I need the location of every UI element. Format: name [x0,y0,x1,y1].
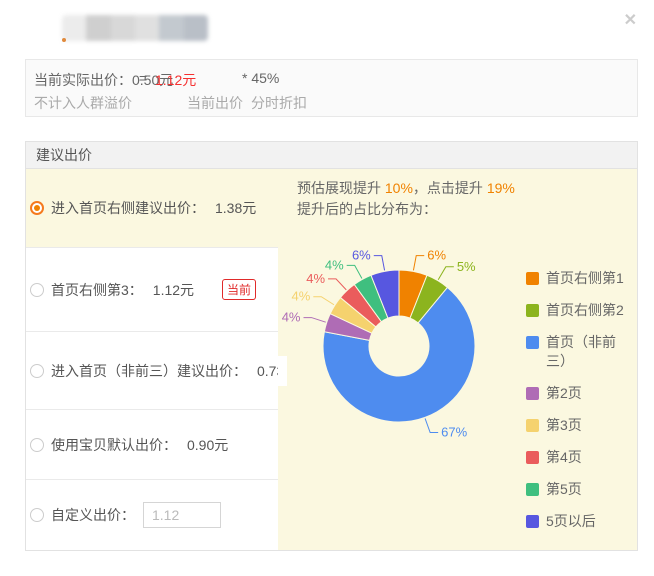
legend-label: 第2页 [546,384,582,403]
legend-item-7[interactable]: 5页以后 [526,512,630,531]
current-bid-multiplier: * 45% [242,70,279,86]
legend-item-6[interactable]: 第5页 [526,480,630,499]
radio-homepage-not-top3[interactable] [30,364,44,378]
legend-item-0[interactable]: 首页右侧第1 [526,269,630,288]
current-bid-notes: 不计入人群溢价 当前出价 分时折扣 [26,93,637,113]
legend-swatch [526,272,539,285]
radio-homepage-right-3rd[interactable] [30,283,44,297]
legend-label: 第4页 [546,448,582,467]
equals-sign: = [139,70,147,86]
radio-homepage-right-suggested[interactable] [30,201,44,215]
legend-item-2[interactable]: 首页（非前三） [526,333,630,371]
suggested-bid-section: 建议出价 进入首页右侧建议出价： 1.38元 首页右侧第3： 1.12元 当前 … [25,141,638,551]
legend-item-3[interactable]: 第2页 [526,384,630,403]
legend-label: 首页右侧第2 [546,301,624,320]
legend-swatch [526,304,539,317]
legend-item-5[interactable]: 第4页 [526,448,630,467]
note-current-bid: 当前出价 [187,93,243,113]
pie-label: 67% [441,425,467,440]
option-label: 进入首页（非前三）建议出价： [51,361,247,381]
option-label: 进入首页右侧建议出价： [51,198,205,218]
option-price: 0.90元 [187,435,228,455]
note-time-discount: 分时折扣 [251,93,307,113]
current-bid-label: 当前实际出价：0.50元 [34,70,173,90]
legend-label: 首页（非前三） [546,333,630,371]
option-homepage-not-top3[interactable]: 进入首页（非前三）建议出价： 0.73元 [26,331,278,409]
pie-label-line [413,256,424,271]
option-item-default-bid[interactable]: 使用宝贝默认出价： 0.90元 [26,409,278,479]
pie-label-line [347,265,362,278]
legend-swatch [526,419,539,432]
option-custom-bid[interactable]: 自定义出价： [26,479,278,550]
option-price: 1.38元 [215,198,256,218]
legend-swatch [526,515,539,528]
suggested-bid-header: 建议出价 [26,142,637,169]
chart-legend: 首页右侧第1 首页右侧第2 首页（非前三） 第2页第3页第4页第5页 5页以后 [526,269,630,531]
pie-label: 5% [457,259,476,274]
option-price: 1.12元 [153,280,194,300]
pie-label-line [438,267,454,280]
option-label: 首页右侧第3： [51,280,143,300]
pie-label-line [304,318,326,323]
option-label: 自定义出价： [51,505,135,525]
pie-label: 4% [292,289,311,304]
pie-label: 4% [325,257,344,272]
pie-label-line [328,279,346,290]
legend-item-1[interactable]: 首页右侧第2 [526,301,630,320]
pie-label-line [374,256,385,271]
legend-swatch [526,387,539,400]
current-bid-value: 1.12元 [155,70,196,90]
note-no-audience-premium: 不计入人群溢价 [34,93,132,113]
option-homepage-right-3rd[interactable]: 首页右侧第3： 1.12元 当前 [26,247,278,331]
legend-label: 首页右侧第1 [546,269,624,288]
radio-item-default-bid[interactable] [30,438,44,452]
current-bid-formula: 当前实际出价：0.50元 = 1.12元 * 45% [26,70,637,90]
option-label: 使用宝贝默认出价： [51,435,177,455]
pie-label: 4% [306,271,325,286]
option-homepage-right-suggested[interactable]: 进入首页右侧建议出价： 1.38元 [26,169,278,247]
legend-label: 5页以后 [546,512,596,531]
suggested-bid-body: 进入首页右侧建议出价： 1.38元 首页右侧第3： 1.12元 当前 进入首页（… [26,169,637,550]
pie-label-line [313,297,334,305]
legend-swatch [526,451,539,464]
legend-label: 第3页 [546,416,582,435]
current-bid-box: 当前实际出价：0.50元 = 1.12元 * 45% 不计入人群溢价 当前出价 … [25,59,638,117]
pie-label: 6% [427,248,446,263]
bid-options-list: 进入首页右侧建议出价： 1.38元 首页右侧第3： 1.12元 当前 进入首页（… [26,169,278,550]
close-icon[interactable]: ✕ [624,13,637,29]
redacted-dialog-title [62,15,208,41]
pie-label-line [425,418,438,432]
legend-label: 第5页 [546,480,582,499]
legend-swatch [526,483,539,496]
legend-swatch [526,336,539,349]
current-badge: 当前 [222,279,256,300]
custom-bid-input[interactable] [143,502,221,528]
redacted-title-dot [62,38,66,42]
radio-custom-bid[interactable] [30,508,44,522]
legend-item-4[interactable]: 第3页 [526,416,630,435]
pie-label: 4% [282,310,301,325]
forecast-panel: 预估展现提升 10%，点击提升 19% 提升后的占比分布为： 6%5%67%4%… [278,169,637,550]
pie-label: 6% [352,248,371,263]
